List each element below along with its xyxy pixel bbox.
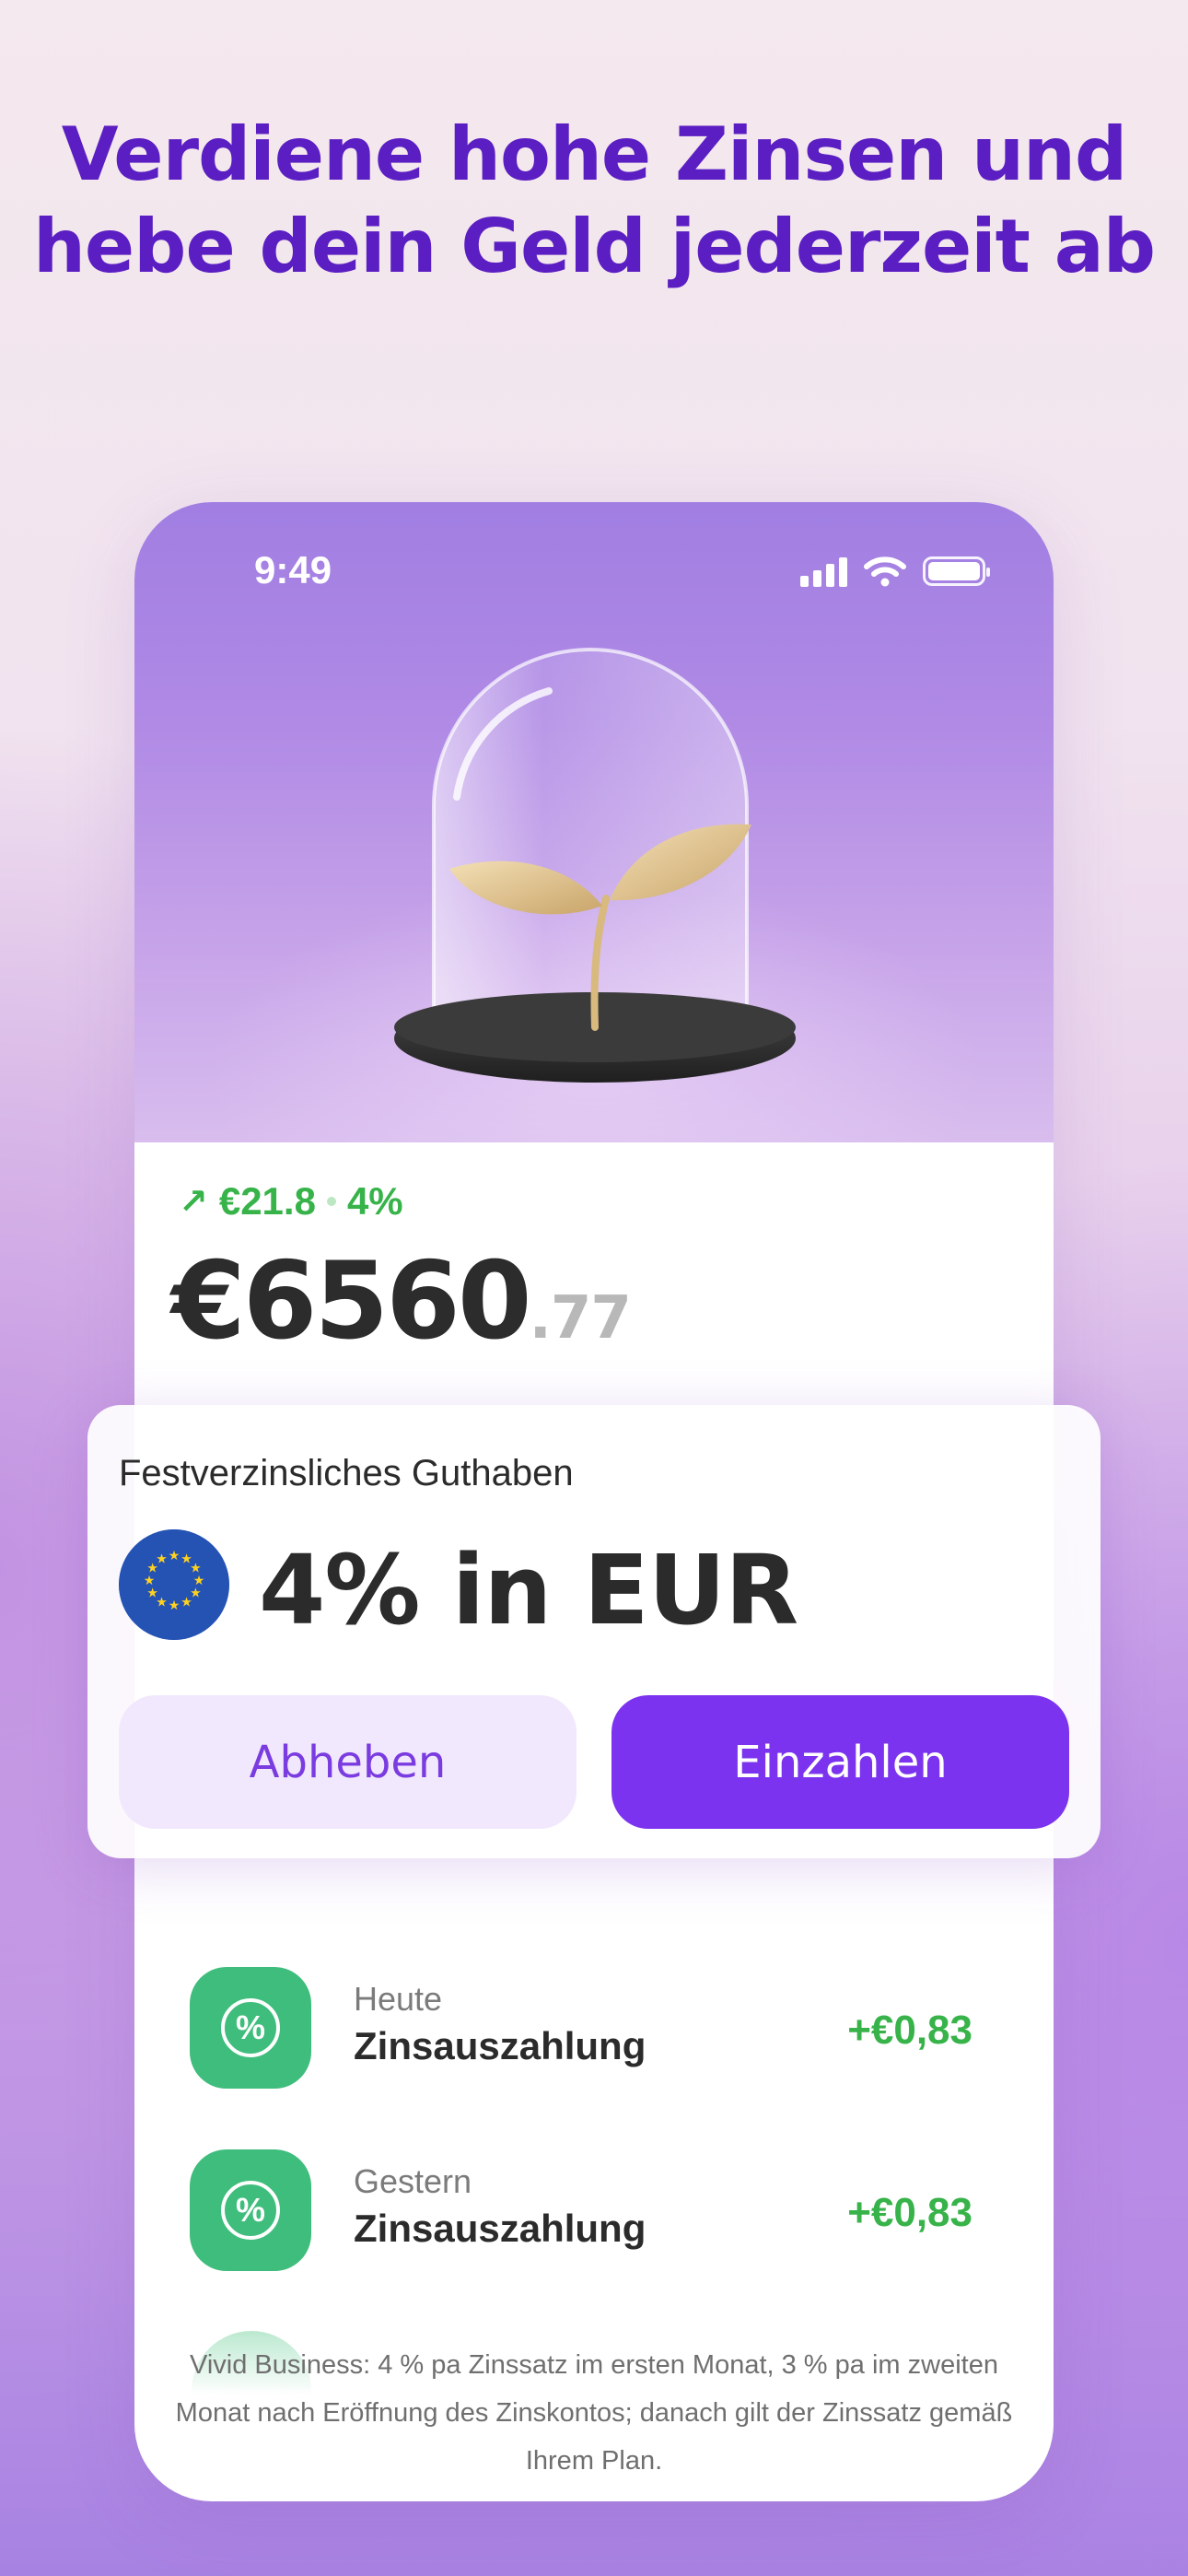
marketing-headline: Verdiene hohe Zinsen und hebe dein Geld … <box>0 109 1188 293</box>
transaction-title: Zinsauszahlung <box>354 2207 646 2250</box>
headline-line-1: Verdiene hohe Zinsen und <box>61 111 1127 197</box>
interest-rate: 4% in EUR <box>259 1534 798 1646</box>
svg-text:★: ★ <box>169 1549 181 1563</box>
account-balance: €6560.77 <box>171 1239 632 1364</box>
savings-card-label: Festverzinsliches Guthaben <box>119 1453 574 1493</box>
balance-change: ↗ €21.8 4% <box>179 1179 403 1224</box>
eu-flag-icon: ★ ★ ★ ★ ★ ★ ★ ★ ★ ★ ★ ★ <box>119 1529 229 1640</box>
hero-banner: 9:49 <box>134 502 1054 1142</box>
balance-cents: .77 <box>529 1284 632 1352</box>
transaction-date: Gestern <box>354 2162 472 2200</box>
change-rate: 4% <box>346 1179 403 1223</box>
transaction-amount: +€0,83 <box>847 2008 973 2053</box>
deposit-button[interactable]: Einzahlen <box>611 1695 1069 1829</box>
arrow-up-right-icon: ↗ <box>179 1182 208 1222</box>
wifi-icon <box>864 556 906 587</box>
balance-main: €6560 <box>171 1239 532 1364</box>
change-amount: €21.8 <box>218 1179 316 1223</box>
separator-dot <box>326 1197 336 1206</box>
list-item[interactable]: % Heute Zinsauszahlung +€0,83 <box>190 1967 1000 2091</box>
withdraw-button[interactable]: Abheben <box>119 1695 577 1829</box>
svg-text:★: ★ <box>169 1598 181 1613</box>
status-bar-time: 9:49 <box>254 548 332 591</box>
battery-icon <box>923 556 990 586</box>
plant-dome-illustration <box>394 648 796 1083</box>
percent-icon: % <box>190 2149 311 2271</box>
transaction-title: Zinsauszahlung <box>354 2024 646 2067</box>
svg-text:★: ★ <box>181 1595 192 1610</box>
savings-card: Festverzinsliches Guthaben ★ ★ ★ ★ ★ ★ ★… <box>87 1405 1101 1858</box>
status-bar-icons <box>800 556 990 587</box>
percent-icon: % <box>190 1967 311 2089</box>
transaction-date: Heute <box>354 1980 443 2018</box>
svg-text:★: ★ <box>156 1552 168 1567</box>
transaction-amount: +€0,83 <box>847 2190 973 2235</box>
signal-icon <box>800 556 847 587</box>
list-item[interactable]: % Gestern Zinsauszahlung +€0,83 <box>190 2149 1000 2274</box>
disclaimer-text: Vivid Business: 4 % pa Zinssatz im erste… <box>175 2350 1013 2476</box>
headline-line-2: hebe dein Geld jederzeit ab <box>32 204 1156 289</box>
